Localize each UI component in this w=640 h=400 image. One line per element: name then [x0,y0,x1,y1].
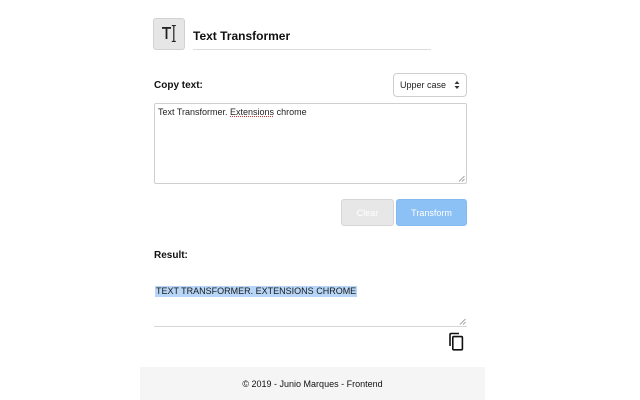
result-divider [154,326,467,327]
result-label: Result: [154,250,188,261]
result-resize-grip-icon[interactable] [459,318,466,325]
resize-grip-icon[interactable] [458,175,465,182]
text-cursor-icon [153,18,185,50]
copy-icon[interactable] [447,332,465,352]
case-select-value: Upper case [400,80,447,90]
copy-text-label: Copy text: [154,80,203,91]
select-arrows-icon [454,81,460,89]
source-text-input[interactable]: Text Transformer. Extensions chrome [154,103,467,184]
case-select[interactable]: Upper case [393,73,467,97]
title-divider [193,49,431,50]
clear-button[interactable]: Clear [341,199,394,226]
app-title: Text Transformer [193,29,291,43]
text-transformer-app: Text Transformer Copy text: Upper case T… [0,0,640,400]
input-text-part-2: chrome [274,107,307,117]
result-output[interactable]: TEXT TRANSFORMER. EXTENSIONS CHROME [155,286,358,297]
footer-text: © 2019 - Junio Marques - Frontend [242,378,383,389]
footer: © 2019 - Junio Marques - Frontend [140,367,485,400]
transform-button[interactable]: Transform [396,199,467,226]
input-text-part-1: Text Transformer. [158,107,231,117]
input-text-misspelled: Extensions [230,107,275,117]
